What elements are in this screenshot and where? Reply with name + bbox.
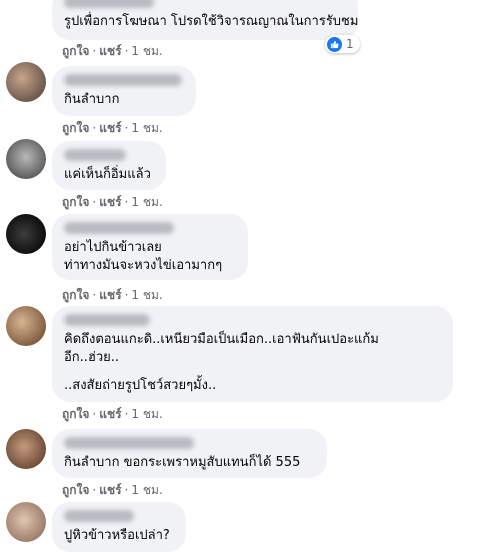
separator: · bbox=[124, 121, 129, 135]
timestamp[interactable]: 1 ชม. bbox=[131, 288, 162, 302]
reply-button[interactable]: แชร์ bbox=[99, 288, 121, 302]
reply-button[interactable]: แชร์ bbox=[99, 483, 121, 497]
reply-button[interactable]: แชร์ bbox=[99, 44, 121, 58]
comment-text: ปูหิวข้าวหรือเปล่า? bbox=[64, 528, 170, 543]
avatar[interactable] bbox=[6, 306, 46, 346]
timestamp[interactable]: 1 ชม. bbox=[131, 195, 162, 209]
reply-button[interactable]: แชร์ bbox=[99, 121, 121, 135]
comment-text: กินลำบาก ขอกระเพราหมูสับแทนก็ได้ 555 bbox=[64, 455, 301, 470]
separator: · bbox=[92, 407, 97, 421]
comment-bubble: คิดถึงตอนแกะดิ..เหนียวมือเป็นเมือก..เอาฟ… bbox=[52, 306, 453, 402]
like-icon bbox=[327, 36, 342, 52]
comment-actions: ถูกใจ · แชร์ · 1 ชม. bbox=[62, 481, 163, 500]
separator: · bbox=[124, 483, 129, 497]
comment-text: รูปเพื่อการโฆษณา โปรดใช้วิจารณญาณในการรั… bbox=[64, 14, 359, 29]
avatar[interactable] bbox=[6, 429, 46, 469]
comment-bubble: ปูหิวข้าวหรือเปล่า? bbox=[52, 502, 186, 552]
like-button[interactable]: ถูกใจ bbox=[62, 44, 89, 58]
comment-actions: ถูกใจ · แชร์ · 1 ชม. bbox=[62, 193, 163, 212]
reaction-count: 1 bbox=[346, 37, 354, 51]
like-button[interactable]: ถูกใจ bbox=[62, 407, 89, 421]
separator: · bbox=[124, 44, 129, 58]
comment-bubble: รูปเพื่อการโฆษณา โปรดใช้วิจารณญาณในการรั… bbox=[52, 0, 358, 40]
comment-text: อย่าไปกินข้าวเลย bbox=[64, 240, 162, 255]
commenter-name[interactable] bbox=[64, 74, 182, 86]
comment-bubble: อย่าไปกินข้าวเลย ท่าทางมันจะหวงไข่เอามาก… bbox=[52, 214, 248, 280]
commenter-name[interactable] bbox=[64, 222, 174, 234]
comment-actions: ถูกใจ · แชร์ · 1 ชม. bbox=[62, 405, 163, 424]
timestamp[interactable]: 1 ชม. bbox=[131, 407, 162, 421]
avatar[interactable] bbox=[6, 502, 46, 542]
reply-button[interactable]: แชร์ bbox=[99, 407, 121, 421]
timestamp[interactable]: 1 ชม. bbox=[131, 44, 162, 58]
timestamp[interactable]: 1 ชม. bbox=[131, 483, 162, 497]
commenter-name[interactable] bbox=[64, 149, 126, 161]
separator: · bbox=[92, 483, 97, 497]
separator: · bbox=[92, 121, 97, 135]
reaction-summary[interactable]: 1 bbox=[325, 35, 360, 53]
commenter-name[interactable] bbox=[64, 314, 150, 326]
commenter-name[interactable] bbox=[64, 0, 154, 8]
comment-bubble: กินลำบาก bbox=[52, 66, 196, 116]
like-button[interactable]: ถูกใจ bbox=[62, 288, 89, 302]
comment-actions: ถูกใจ · แชร์ · 1 ชม. bbox=[62, 42, 163, 61]
comment-bubble: แค่เห็นก็อิ่มแล้ว bbox=[52, 141, 166, 190]
commenter-name[interactable] bbox=[64, 437, 194, 449]
comment-text: อีก..ฮ่วย.. bbox=[64, 350, 120, 365]
like-button[interactable]: ถูกใจ bbox=[62, 483, 89, 497]
separator: · bbox=[92, 44, 97, 58]
avatar[interactable] bbox=[6, 139, 46, 179]
like-button[interactable]: ถูกใจ bbox=[62, 121, 89, 135]
comment-text: คิดถึงตอนแกะดิ..เหนียวมือเป็นเมือก..เอาฟ… bbox=[64, 332, 379, 347]
avatar[interactable] bbox=[6, 214, 46, 254]
commenter-name[interactable] bbox=[64, 510, 134, 522]
separator: · bbox=[124, 407, 129, 421]
comment-actions: ถูกใจ · แชร์ · 1 ชม. bbox=[62, 119, 163, 138]
separator: · bbox=[124, 195, 129, 209]
like-button[interactable]: ถูกใจ bbox=[62, 195, 89, 209]
avatar[interactable] bbox=[6, 62, 46, 102]
comment-text: ท่าทางมันจะหวงไข่เอามากๆ bbox=[64, 258, 223, 273]
timestamp[interactable]: 1 ชม. bbox=[131, 121, 162, 135]
comment-text: กินลำบาก bbox=[64, 92, 120, 107]
separator: · bbox=[124, 288, 129, 302]
comment-bubble: กินลำบาก ขอกระเพราหมูสับแทนก็ได้ 555 bbox=[52, 429, 327, 478]
separator: · bbox=[92, 288, 97, 302]
comment-actions: ถูกใจ · แชร์ · 1 ชม. bbox=[62, 286, 163, 305]
comment-text: ..สงสัยถ่ายรูปโชว์สวยๆมั้ง.. bbox=[64, 378, 217, 393]
separator: · bbox=[92, 195, 97, 209]
comment-text: แค่เห็นก็อิ่มแล้ว bbox=[64, 167, 151, 182]
reply-button[interactable]: แชร์ bbox=[99, 195, 121, 209]
